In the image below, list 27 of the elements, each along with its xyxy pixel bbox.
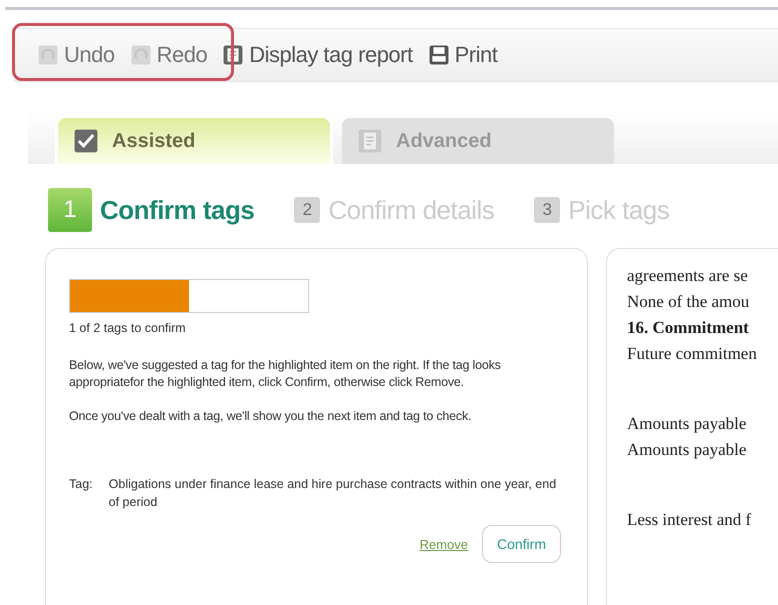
- tag-label: Tag:: [69, 476, 93, 493]
- instruction-text: Below, we've suggested a tag for the highlighted item on the right. If the tag looks appropriatefor the highlighted item, click Confirm, otherwise click Remove.: [69, 357, 502, 391]
- document-line: Less interest and f: [627, 509, 752, 531]
- step-label[interactable]: Confirm tags: [100, 194, 254, 226]
- remove-link[interactable]: Remove: [420, 536, 468, 552]
- document-line: Amounts payable: [627, 439, 748, 461]
- tab[interactable]: Advanced: [342, 118, 614, 164]
- tag-value: Obligations under finance lease and hire purchase contracts within one year, end of period: [108, 476, 558, 511]
- document-line: Future commitmen: [627, 343, 758, 365]
- tab[interactable]: Assisted: [58, 118, 330, 164]
- undo-icon: [38, 45, 58, 65]
- document-line: None of the amou: [627, 291, 750, 313]
- progress-text: 1 of 2 tags to confirm: [69, 321, 187, 335]
- instruction-text: Once you've dealt with a tag, we'll show you the next item and tag to check.: [69, 408, 472, 425]
- printer-icon: [428, 45, 449, 65]
- document-line: agreements are se: [627, 265, 749, 287]
- step-number: 3: [534, 197, 560, 223]
- toolbar-button[interactable]: Print: [422, 42, 504, 68]
- redo-icon: [130, 45, 151, 65]
- step-number: 1: [48, 188, 92, 232]
- document-icon: [358, 129, 382, 153]
- confirm-button[interactable]: Confirm: [482, 525, 561, 563]
- toolbar-button[interactable]: Display tag report: [217, 42, 419, 68]
- step-number: 2: [294, 197, 320, 223]
- checkbox-icon: [74, 129, 98, 153]
- document-line: Amounts payable: [627, 413, 748, 435]
- document-line: 16. Commitment: [627, 317, 750, 339]
